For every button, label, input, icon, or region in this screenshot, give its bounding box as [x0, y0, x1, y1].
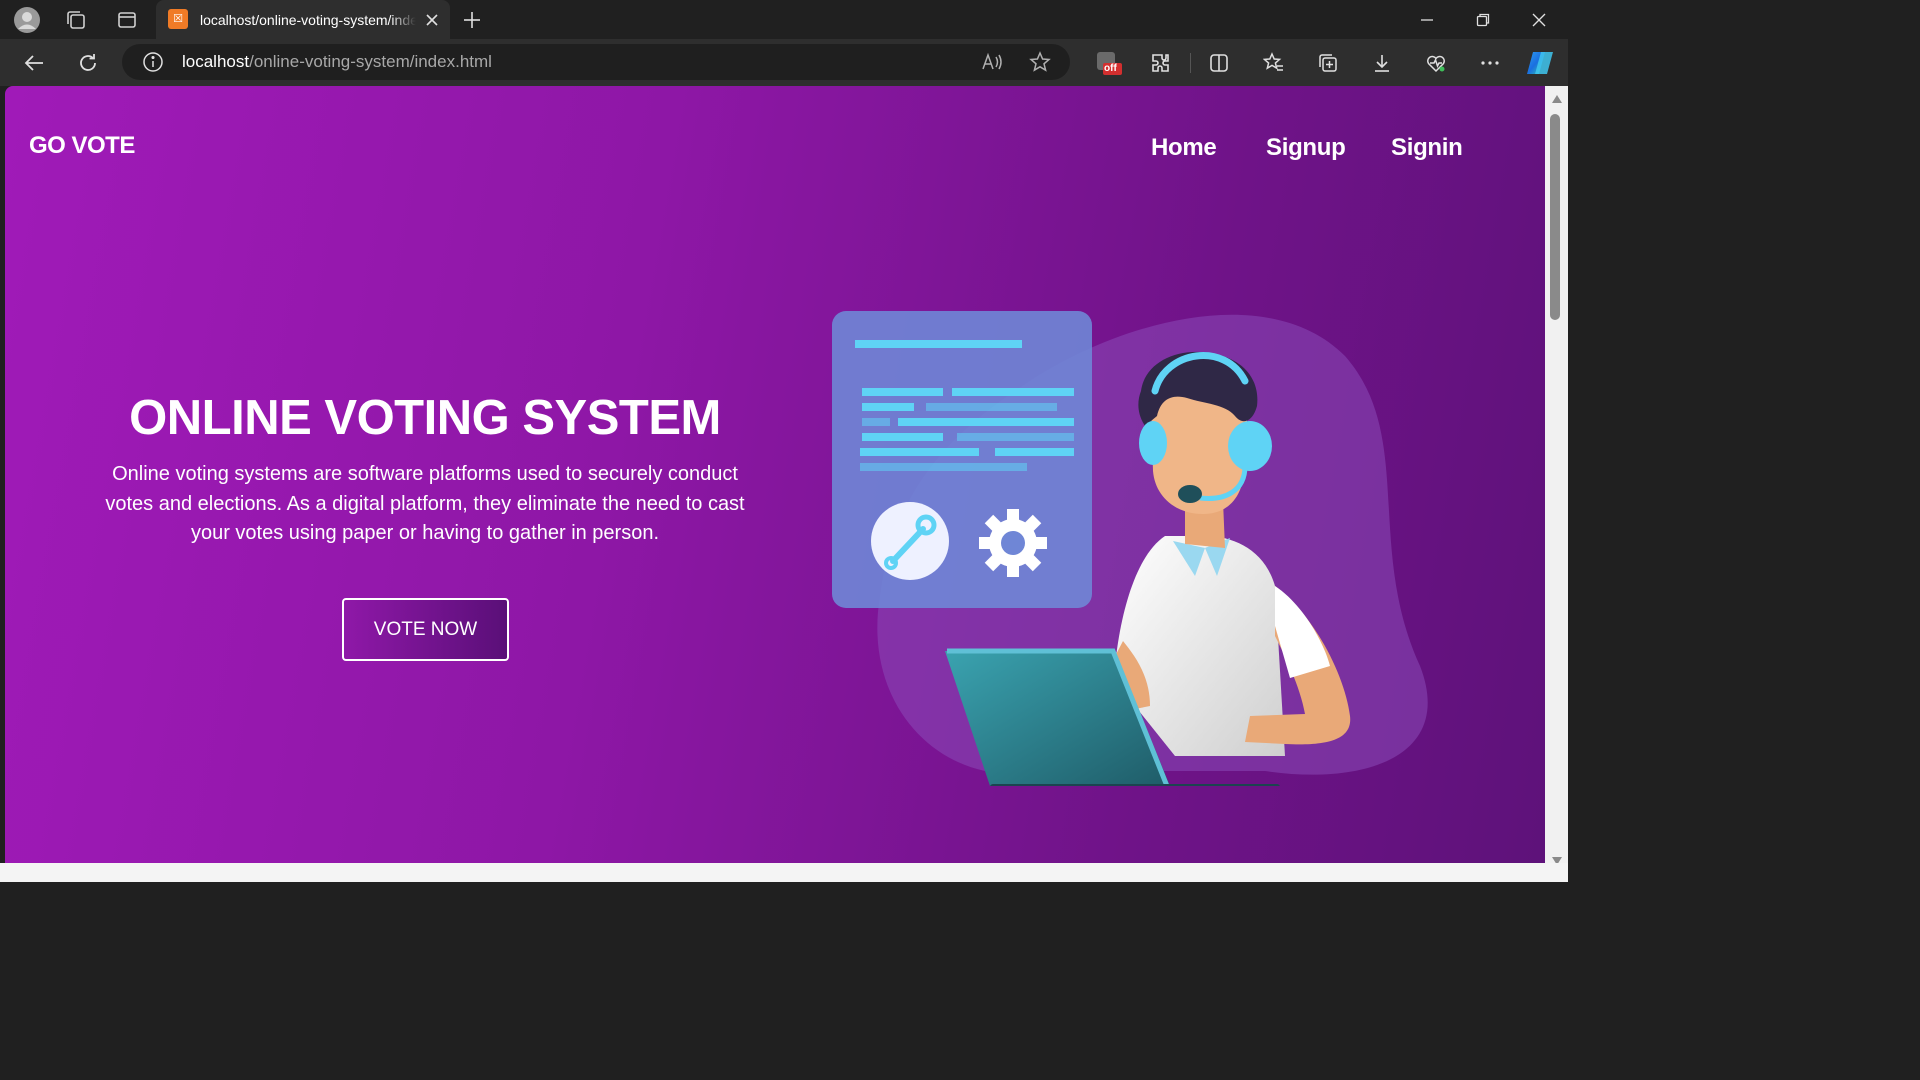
xampp-favicon-icon: ☒ [168, 9, 188, 29]
address-bar[interactable]: localhost/online-voting-system/index.htm… [122, 44, 1070, 80]
support-agent-illustration [805, 286, 1465, 786]
new-tab-icon[interactable] [458, 6, 486, 34]
extensions-icon[interactable] [1146, 48, 1176, 78]
back-icon[interactable] [19, 48, 49, 78]
close-tab-icon[interactable] [422, 10, 442, 30]
scroll-up-arrow-icon[interactable] [1551, 94, 1563, 104]
favorites-icon[interactable] [1259, 48, 1289, 78]
extension-off-badge: off [1104, 63, 1117, 74]
favorite-star-icon[interactable] [1029, 51, 1051, 73]
scroll-thumb[interactable] [1550, 114, 1560, 320]
close-window-icon[interactable] [1511, 0, 1567, 39]
copilot-icon[interactable] [1525, 48, 1555, 78]
minimize-icon[interactable] [1399, 0, 1455, 39]
nav-signup[interactable]: Signup [1266, 134, 1346, 162]
toolbar-separator [1190, 53, 1191, 73]
extension-off-icon[interactable]: off [1093, 48, 1123, 78]
browser-toolbar: localhost/online-voting-system/index.htm… [0, 39, 1568, 86]
nav-signin[interactable]: Signin [1391, 134, 1463, 162]
horizontal-scroll-strip [0, 863, 1568, 882]
vote-now-button[interactable]: VOTE NOW [342, 598, 509, 661]
workspaces-icon[interactable] [62, 6, 90, 34]
hero-description: Online voting systems are software platf… [105, 463, 745, 544]
page-scrollbar[interactable] [1545, 86, 1568, 865]
url-text: localhost/online-voting-system/index.htm… [182, 52, 492, 71]
hero-title: ONLINE VOTING SYSTEM [129, 391, 721, 445]
read-aloud-icon[interactable] [980, 51, 1004, 73]
active-tab[interactable]: ☒ localhost/online-voting-system/index.h… [156, 0, 450, 39]
browser-essentials-icon[interactable] [1421, 48, 1451, 78]
restore-icon[interactable] [1455, 0, 1511, 39]
brand-logo[interactable]: GO VOTE [29, 132, 135, 160]
more-options-icon[interactable] [1475, 48, 1505, 78]
vertical-tabs-icon[interactable] [113, 6, 141, 34]
collections-icon[interactable] [1313, 48, 1343, 78]
site-info-icon[interactable] [142, 51, 164, 73]
tab-title: localhost/online-voting-system/index.htm… [200, 12, 416, 28]
nav-home[interactable]: Home [1151, 134, 1217, 162]
split-screen-icon[interactable] [1204, 48, 1234, 78]
profile-icon[interactable] [13, 6, 41, 34]
refresh-icon[interactable] [73, 48, 103, 78]
page-viewport: GO VOTE Home Signup Signin ONLINE VOTING… [5, 86, 1545, 863]
downloads-icon[interactable] [1367, 48, 1397, 78]
tab-strip: ☒ localhost/online-voting-system/index.h… [0, 0, 1568, 39]
